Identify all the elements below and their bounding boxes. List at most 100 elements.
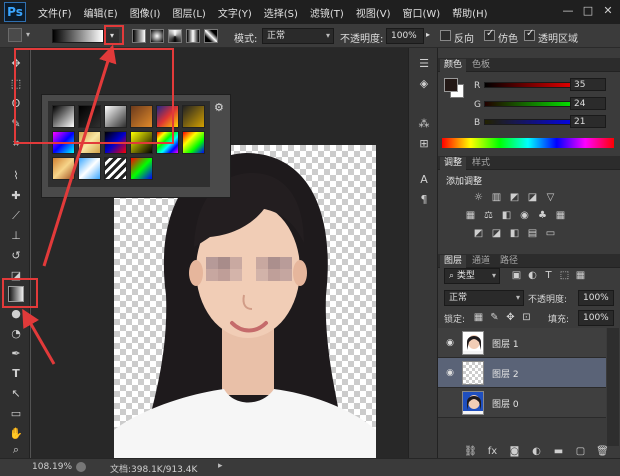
diamond-gradient-button[interactable] bbox=[204, 29, 218, 43]
gear-icon[interactable]: ⚙ bbox=[214, 101, 224, 114]
color-lookup-icon[interactable]: ▦ bbox=[554, 210, 567, 221]
dodge-tool-icon[interactable]: ◔ bbox=[8, 326, 24, 342]
eye-icon[interactable]: ◉ bbox=[444, 367, 456, 379]
zoom-level[interactable]: 108.19% bbox=[32, 462, 72, 472]
mode-select[interactable]: 正常 ▾ bbox=[262, 28, 334, 44]
black-white-icon[interactable]: ◧ bbox=[500, 210, 513, 221]
minimize-button[interactable]: — bbox=[560, 4, 576, 18]
r-slider[interactable] bbox=[484, 82, 584, 88]
fill-input[interactable]: 100% bbox=[578, 310, 614, 326]
menu-help[interactable]: 帮助(H) bbox=[452, 5, 487, 20]
selective-color-icon[interactable]: ▤ bbox=[526, 228, 539, 239]
lock-all-icon[interactable]: ⊡ bbox=[520, 312, 533, 323]
radial-gradient-button[interactable] bbox=[150, 29, 164, 43]
hand-tool-icon[interactable]: ✋ bbox=[8, 426, 24, 442]
blend-mode-select[interactable]: 正常 ▾ bbox=[444, 290, 524, 306]
g-slider[interactable] bbox=[484, 101, 584, 107]
new-group-icon[interactable]: ▬ bbox=[552, 446, 565, 457]
photo-filter-icon[interactable]: ◉ bbox=[518, 210, 531, 221]
lock-position-icon[interactable]: ✥ bbox=[504, 312, 517, 323]
linear-gradient-button[interactable] bbox=[132, 29, 146, 43]
b-value-input[interactable]: 21 bbox=[570, 115, 606, 128]
gradient-preview[interactable] bbox=[52, 29, 104, 43]
gradient-preset[interactable] bbox=[130, 157, 153, 180]
properties-panel-icon[interactable]: ◈ bbox=[416, 76, 432, 92]
new-adjustment-icon[interactable]: ◐ bbox=[530, 446, 543, 457]
tab-layers[interactable]: 图层 bbox=[440, 255, 467, 268]
angle-gradient-button[interactable] bbox=[168, 29, 182, 43]
b-slider[interactable] bbox=[484, 119, 584, 125]
tab-paths[interactable]: 路径 bbox=[496, 255, 522, 268]
add-mask-icon[interactable]: ◙ bbox=[508, 446, 521, 457]
close-button[interactable]: ✕ bbox=[600, 4, 616, 18]
brush-tool-icon[interactable]: ⟋ bbox=[8, 208, 24, 224]
menu-filter[interactable]: 滤镜(T) bbox=[310, 5, 344, 20]
g-value-input[interactable]: 24 bbox=[570, 97, 606, 110]
reverse-checkbox[interactable] bbox=[440, 30, 451, 41]
pen-tool-icon[interactable]: ✒ bbox=[8, 346, 24, 362]
link-layers-icon[interactable]: ⛓ bbox=[464, 446, 477, 457]
dither-checkbox[interactable] bbox=[484, 28, 495, 41]
rectangle-tool-icon[interactable]: ▭ bbox=[8, 406, 24, 422]
vibrance-icon[interactable]: ▽ bbox=[544, 192, 557, 203]
menu-select[interactable]: 选择(S) bbox=[264, 5, 298, 20]
filter-pixel-icon[interactable]: ▣ bbox=[510, 270, 523, 281]
blur-tool-icon[interactable]: ● bbox=[8, 306, 24, 322]
history-brush-tool-icon[interactable]: ↺ bbox=[8, 248, 24, 264]
posterize-icon[interactable]: ◪ bbox=[490, 228, 503, 239]
menu-type[interactable]: 文字(Y) bbox=[218, 5, 252, 20]
fx-icon[interactable]: fx bbox=[486, 446, 499, 457]
menu-image[interactable]: 图像(I) bbox=[130, 5, 161, 20]
status-menu-icon[interactable] bbox=[76, 462, 86, 472]
layer-row[interactable]: ◉ 图层 0 bbox=[438, 388, 606, 418]
tool-preset-picker[interactable] bbox=[8, 28, 22, 42]
menu-window[interactable]: 窗口(W) bbox=[402, 5, 440, 20]
menu-edit[interactable]: 编辑(E) bbox=[84, 5, 118, 20]
menu-view[interactable]: 视图(V) bbox=[356, 5, 391, 20]
hue-saturation-icon[interactable]: ▦ bbox=[464, 210, 477, 221]
filter-shape-icon[interactable]: ⬚ bbox=[558, 270, 571, 281]
filter-adjust-icon[interactable]: ◐ bbox=[526, 270, 539, 281]
filter-smart-icon[interactable]: ▦ bbox=[574, 270, 587, 281]
threshold-icon[interactable]: ◧ bbox=[508, 228, 521, 239]
color-spectrum-bar[interactable] bbox=[442, 138, 614, 148]
trash-icon[interactable]: 🗑 bbox=[596, 446, 609, 457]
eye-icon[interactable]: ◉ bbox=[444, 337, 456, 349]
layer-opacity-input[interactable]: 100% bbox=[578, 290, 614, 306]
eyedropper-tool-icon[interactable]: ⌇ bbox=[8, 168, 24, 184]
zoom-tool-icon[interactable]: ⌕ bbox=[8, 442, 24, 458]
gradient-preset[interactable] bbox=[182, 105, 205, 128]
character-panel-icon[interactable]: A bbox=[416, 172, 432, 188]
lock-pixels-icon[interactable]: ✎ bbox=[488, 312, 501, 323]
status-arrow-icon[interactable]: ▸ bbox=[218, 461, 223, 471]
gradient-preset[interactable] bbox=[52, 157, 75, 180]
color-balance-icon[interactable]: ⚖ bbox=[482, 210, 495, 221]
layer-row[interactable]: ◉ 图层 2 bbox=[438, 358, 606, 388]
menu-layer[interactable]: 图层(L) bbox=[172, 5, 205, 20]
layer-row[interactable]: ◉ 图层 1 bbox=[438, 328, 606, 358]
brush-panel-icon[interactable]: ⁂ bbox=[416, 116, 432, 132]
channel-mixer-icon[interactable]: ♣ bbox=[536, 210, 549, 221]
opacity-input[interactable]: 100% bbox=[386, 28, 424, 44]
clone-stamp-tool-icon[interactable]: ⊥ bbox=[8, 228, 24, 244]
invert-icon[interactable]: ◩ bbox=[472, 228, 485, 239]
path-select-tool-icon[interactable]: ↖ bbox=[8, 386, 24, 402]
curves-icon[interactable]: ◩ bbox=[508, 192, 521, 203]
opacity-arrow-icon[interactable]: ▸ bbox=[426, 30, 430, 39]
maximize-button[interactable]: □ bbox=[580, 4, 596, 18]
gradient-preset[interactable] bbox=[78, 157, 101, 180]
type-tool-icon[interactable]: T bbox=[8, 366, 24, 382]
gradient-preset[interactable] bbox=[104, 157, 127, 180]
clone-source-panel-icon[interactable]: ⊞ bbox=[416, 136, 432, 152]
layer-scrollbar[interactable] bbox=[607, 328, 619, 446]
exposure-icon[interactable]: ◪ bbox=[526, 192, 539, 203]
menu-file[interactable]: 文件(F) bbox=[38, 5, 72, 20]
filter-type-icon[interactable]: T bbox=[542, 270, 555, 281]
foreground-color-swatch[interactable] bbox=[444, 78, 458, 92]
transparency-checkbox[interactable] bbox=[524, 28, 535, 41]
gradient-preset[interactable] bbox=[182, 131, 205, 154]
eye-icon[interactable]: ◉ bbox=[444, 397, 456, 409]
tab-adjustments[interactable]: 调整 bbox=[440, 157, 467, 170]
tab-styles[interactable]: 样式 bbox=[468, 157, 494, 170]
tab-color[interactable]: 颜色 bbox=[440, 59, 467, 72]
